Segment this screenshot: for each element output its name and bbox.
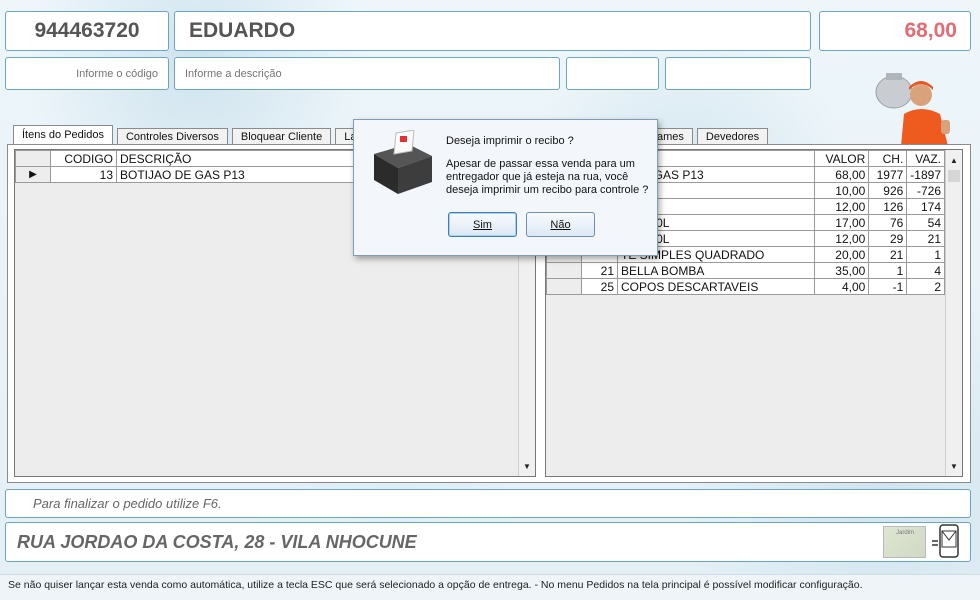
- customer-address: RUA JORDAO DA COSTA, 28 - VILA NHOCUNE: [5, 522, 971, 562]
- table-row[interactable]: 25 COPOS DESCARTAVEIS 4,00 -1 2: [546, 278, 945, 295]
- tab-debtors[interactable]: Devedores: [696, 128, 769, 145]
- extra-field-2[interactable]: [665, 57, 811, 90]
- product-description-input[interactable]: [174, 57, 560, 90]
- vertical-scrollbar[interactable]: ▲ ▼: [945, 150, 962, 476]
- dialog-title: Deseja imprimir o recibo ?: [446, 135, 574, 147]
- receipt-printer-icon: [374, 130, 432, 194]
- cell-ch: 29: [868, 230, 908, 247]
- product-code-input[interactable]: [5, 57, 169, 90]
- cell-ch: 21: [868, 246, 908, 263]
- print-receipt-dialog: Deseja imprimir o recibo ? Apesar de pas…: [353, 119, 658, 256]
- cell-valor: 17,00: [814, 214, 870, 231]
- cell-code: 13: [50, 166, 117, 183]
- cell-valor: 12,00: [814, 198, 870, 215]
- cell-vaz: 1: [906, 246, 945, 263]
- cell-vaz: -1897: [906, 166, 945, 183]
- delivery-mascot-image: [875, 73, 950, 146]
- cell-vaz: 174: [906, 198, 945, 215]
- map-thumbnail[interactable]: Jardim: [883, 526, 926, 558]
- yes-button[interactable]: Sim: [448, 212, 517, 237]
- customer-name: EDUARDO: [174, 11, 811, 51]
- map-thumbnail-label: Jardim: [896, 530, 915, 536]
- row-indicator-header: [15, 150, 51, 167]
- finish-order-hint: Para finalizar o pedido utilize F6.: [5, 489, 971, 518]
- tab-bar-left: Ítens do Pedidos Controles Diversos Bloq…: [13, 125, 369, 145]
- column-header-ch[interactable]: CH.: [868, 150, 908, 167]
- cell-ch: 126: [868, 198, 908, 215]
- no-button[interactable]: Não: [526, 212, 595, 237]
- cell-ch: 1977: [868, 166, 908, 183]
- cell-ch: -1: [868, 278, 908, 295]
- cell-valor: 12,00: [814, 230, 870, 247]
- row-indicator: [546, 262, 582, 279]
- table-row[interactable]: 21 BELLA BOMBA 35,00 1 4: [546, 262, 945, 279]
- column-header-vaz[interactable]: VAZ.: [906, 150, 945, 167]
- column-header-code[interactable]: CODIGO: [50, 150, 117, 167]
- cell-vaz: 54: [906, 214, 945, 231]
- address-text: RUA JORDAO DA COSTA, 28 - VILA NHOCUNE: [17, 531, 417, 552]
- cell-valor: 35,00: [814, 262, 870, 279]
- dialog-message: Apesar de passar essa venda para um entr…: [446, 158, 649, 196]
- row-indicator: [546, 278, 582, 295]
- order-total: 68,00: [819, 11, 971, 51]
- scroll-down-arrow-icon[interactable]: ▼: [946, 458, 962, 474]
- row-indicator: ▶: [15, 166, 51, 183]
- tab-misc-controls[interactable]: Controles Diversos: [116, 128, 228, 145]
- send-to-mobile-icon[interactable]: [930, 524, 960, 560]
- tab-block-customer[interactable]: Bloquear Cliente: [231, 128, 332, 145]
- cell-ch: 926: [868, 182, 908, 199]
- column-header-valor[interactable]: VALOR: [814, 150, 870, 167]
- cell-vaz: 21: [906, 230, 945, 247]
- cell-valor: 68,00: [814, 166, 870, 183]
- cell-code: 25: [581, 278, 618, 295]
- cell-description: COPOS DESCARTAVEIS: [616, 278, 816, 295]
- cell-code: 21: [581, 262, 618, 279]
- phone-number: 944463720: [5, 11, 169, 51]
- cell-vaz: 4: [906, 262, 945, 279]
- tab-bar-right: ames Devedores: [640, 125, 772, 145]
- scroll-up-arrow-icon[interactable]: ▲: [946, 152, 962, 168]
- cell-vaz: -726: [906, 182, 945, 199]
- tab-order-items[interactable]: Ítens do Pedidos: [13, 125, 113, 145]
- cell-valor: 10,00: [814, 182, 870, 199]
- status-bar: Se não quiser lançar esta venda como aut…: [0, 574, 980, 600]
- scroll-down-arrow-icon[interactable]: ▼: [519, 458, 535, 474]
- cell-description: BELLA BOMBA: [616, 262, 816, 279]
- cell-valor: 20,00: [814, 246, 870, 263]
- cell-ch: 1: [868, 262, 908, 279]
- cell-ch: 76: [868, 214, 908, 231]
- cell-vaz: 2: [906, 278, 945, 295]
- scroll-thumb[interactable]: [948, 170, 960, 182]
- cell-valor: 4,00: [814, 278, 870, 295]
- extra-field-1[interactable]: [566, 57, 659, 90]
